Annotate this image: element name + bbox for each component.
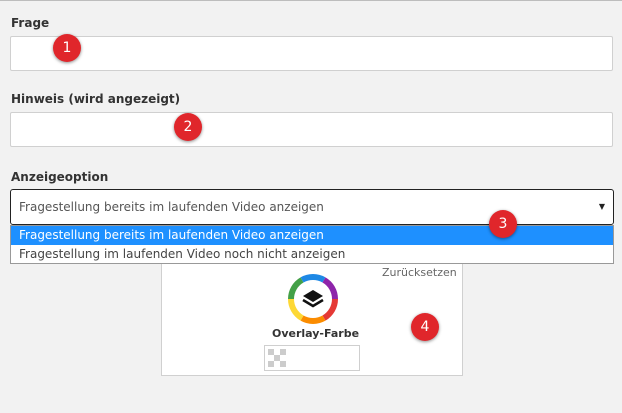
- step-badge-2: 2: [174, 113, 202, 141]
- caret-down-icon: ▼: [598, 202, 605, 211]
- question-label: Frage: [11, 16, 50, 30]
- display-option-select[interactable]: Fragestellung bereits im laufenden Video…: [10, 189, 614, 225]
- overlay-color-label: Overlay-Farbe: [272, 327, 360, 340]
- top-divider: [0, 0, 622, 1]
- transparent-checker-icon: [268, 349, 286, 367]
- step-badge-1: 1: [53, 34, 81, 62]
- dropdown-option-hide[interactable]: Fragestellung im laufenden Video noch ni…: [11, 245, 613, 264]
- question-input[interactable]: [10, 36, 613, 71]
- hint-input[interactable]: [10, 112, 613, 147]
- overlay-color-swatch[interactable]: [264, 345, 360, 371]
- color-wheel-layers-icon[interactable]: [287, 273, 339, 325]
- display-option-selected-value: Fragestellung bereits im laufenden Video…: [19, 200, 324, 214]
- step-badge-4: 4: [411, 313, 439, 341]
- dropdown-option-show[interactable]: Fragestellung bereits im laufenden Video…: [11, 226, 613, 245]
- display-option-label: Anzeigeoption: [11, 170, 109, 184]
- reset-button[interactable]: Zurücksetzen: [382, 266, 457, 279]
- step-badge-3: 3: [489, 210, 517, 238]
- display-option-dropdown: Fragestellung bereits im laufenden Video…: [10, 225, 614, 264]
- hint-label: Hinweis (wird angezeigt): [11, 92, 181, 106]
